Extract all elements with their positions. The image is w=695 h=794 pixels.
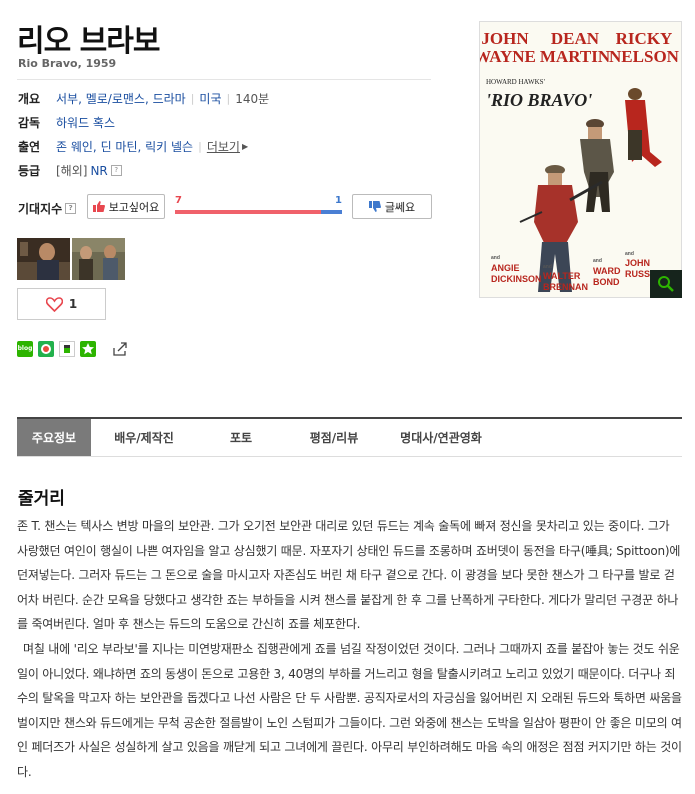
synopsis-body: 존 T. 챈스는 텍사스 변방 마을의 보안관. 그가 오기전 보안관 대리로 … xyxy=(17,514,683,785)
poster-and-3: and xyxy=(593,258,602,264)
like-button[interactable]: 1 xyxy=(17,288,106,320)
original-title-year: Rio Bravo, 1959 xyxy=(18,57,117,70)
country-link[interactable]: 미국 xyxy=(199,90,221,107)
expectation-bar xyxy=(175,210,342,214)
synopsis-heading: 줄거리 xyxy=(18,489,65,509)
tab-main-info[interactable]: 주요정보 xyxy=(17,419,91,456)
want-to-see-label: 보고싶어요 xyxy=(108,200,160,214)
poster-art: JOHN WAYNE DEAN MARTIN RICKY NELSON HOWA… xyxy=(480,22,681,297)
share-arrow-glyph xyxy=(113,342,127,356)
cafe-glyph xyxy=(41,344,51,354)
share-icon[interactable] xyxy=(112,341,128,357)
memo-glyph xyxy=(64,345,70,353)
tab-photos[interactable]: 포토 xyxy=(197,419,285,456)
want-count: 7 xyxy=(175,195,182,206)
poster-and-4: and xyxy=(625,251,634,257)
cast-row: 출연 존 웨인, 딘 마틴, 릭키 넬슨 | 더보기 ▶ xyxy=(18,138,249,155)
poster-and-2: and xyxy=(543,264,552,270)
star-icon xyxy=(82,343,94,355)
synopsis-paragraph: 며칠 내에 '리오 부라보'를 지나는 미연방재판소 집행관에게 죠를 넘길 작… xyxy=(17,641,682,779)
divider xyxy=(17,79,431,80)
tab-cast-crew[interactable]: 배우/제작진 xyxy=(91,419,197,456)
like-count: 1 xyxy=(68,297,78,311)
poster-star1-last: WAYNE xyxy=(480,47,536,66)
cast-label: 출연 xyxy=(18,140,41,154)
rating-row: 등급 [해외] NR ? xyxy=(18,162,122,179)
bookmark-share-icon[interactable] xyxy=(80,341,96,357)
memo-share-icon[interactable] xyxy=(59,341,75,357)
poster-zoom-button[interactable] xyxy=(650,270,682,298)
poster-credit-4-first: JOHN xyxy=(625,258,650,268)
nope-count: 1 xyxy=(335,195,342,206)
poster-credit-3-last: BOND xyxy=(593,277,620,287)
expectation-label-group: 기대지수 ? xyxy=(18,200,77,217)
want-to-see-button[interactable]: 보고싶어요 xyxy=(87,194,165,219)
overview-label: 개요 xyxy=(18,92,41,106)
heart-icon xyxy=(45,296,63,312)
cafe-share-icon[interactable] xyxy=(38,341,54,357)
not-sure-label: 글쎄요 xyxy=(384,200,416,214)
director-row: 감독 하워드 혹스 xyxy=(18,114,115,131)
not-sure-button[interactable]: 글쎄요 xyxy=(352,194,432,219)
cast-more-link[interactable]: 더보기 xyxy=(207,138,240,155)
poster-and-1: and xyxy=(491,255,500,261)
cast-links[interactable]: 존 웨인, 딘 마틴, 릭키 넬슨 xyxy=(56,138,193,155)
page-title: 리오 브라보 xyxy=(17,24,160,59)
tab-bar: 주요정보 배우/제작진 포토 평점/리뷰 명대사/연관영화 xyxy=(17,417,682,457)
band-share-icon[interactable]: blog xyxy=(17,341,33,357)
poster-credit-1-last: DICKINSON xyxy=(491,274,542,284)
poster-credit-2-first: WALTER xyxy=(543,271,581,281)
chevron-right-icon: ▶ xyxy=(241,142,249,151)
expectation-label: 기대지수 xyxy=(18,202,63,216)
poster-star2-first: DEAN xyxy=(551,29,600,48)
poster-star2-last: MARTIN xyxy=(540,47,611,66)
director-label: 감독 xyxy=(18,116,41,130)
expectation-help-icon[interactable]: ? xyxy=(65,203,77,214)
want-bar-fill xyxy=(175,210,322,214)
rating-label: 등급 xyxy=(18,164,41,178)
director-link[interactable]: 하워드 혹스 xyxy=(56,114,115,131)
poster-credit-3-first: WARD xyxy=(593,266,621,276)
genre-link[interactable]: 서부, 멜로/로맨스, 드라마 xyxy=(56,90,186,107)
still-thumbnail[interactable] xyxy=(17,238,70,280)
poster-film-title: 'RIO BRAVO' xyxy=(486,90,592,110)
poster-credit-1-first: ANGIE xyxy=(491,263,520,273)
rating-value[interactable]: NR xyxy=(90,164,107,178)
rating-help-icon[interactable]: ? xyxy=(110,165,122,176)
magnifier-icon xyxy=(658,276,674,292)
still-image-2 xyxy=(72,238,125,280)
thumbs-up-icon xyxy=(92,201,105,212)
poster-presenter: HOWARD HAWKS' xyxy=(486,78,545,86)
thumbs-down-icon xyxy=(368,201,381,212)
synopsis-paragraph: 존 T. 챈스는 텍사스 변방 마을의 보안관. 그가 오기전 보안관 대리로 … xyxy=(17,519,681,632)
poster-star1-first: JOHN xyxy=(481,29,529,48)
overview-row: 개요 서부, 멜로/로맨스, 드라마 | 미국 | 140분 xyxy=(18,90,270,107)
poster-credit-2-last: BRENNAN xyxy=(543,282,588,292)
poster-star3-first: RICKY xyxy=(616,29,673,48)
still-image-1 xyxy=(17,238,70,280)
rating-region: [해외] xyxy=(56,164,88,178)
poster-star3-last: NELSON xyxy=(609,47,680,66)
runtime: 140분 xyxy=(235,92,270,106)
still-thumbnail[interactable] xyxy=(72,238,125,280)
tab-reviews[interactable]: 평점/리뷰 xyxy=(285,419,383,456)
tab-quotes-related[interactable]: 명대사/연관영화 xyxy=(383,419,499,456)
movie-poster[interactable]: JOHN WAYNE DEAN MARTIN RICKY NELSON HOWA… xyxy=(479,21,682,298)
